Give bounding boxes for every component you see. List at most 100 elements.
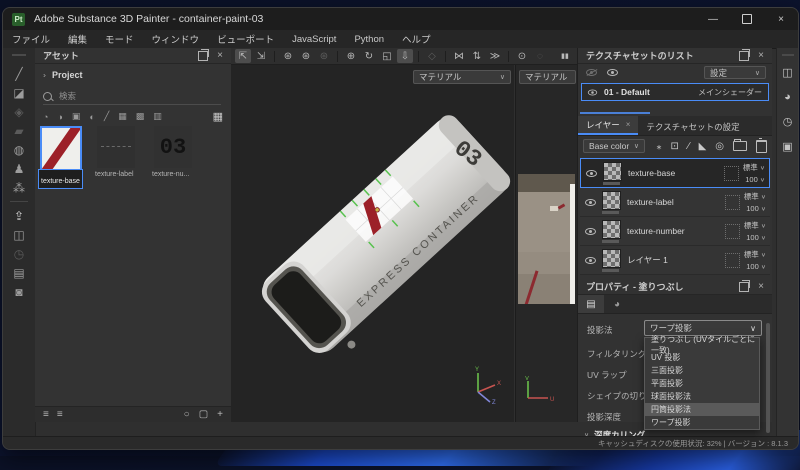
add-smart-material-icon[interactable]: ◎ [715, 141, 724, 152]
option-fill-uv-tile[interactable]: 塗りつぶし (UVタイルごとに一致) [645, 335, 759, 355]
blend-mode-dropdown[interactable]: 標準 ∨ [744, 220, 766, 231]
projection-settings-icon[interactable]: ⊛ [280, 49, 296, 63]
eye-icon[interactable] [585, 198, 596, 206]
material-mode-dropdown-2d[interactable]: マテリアル [519, 70, 576, 84]
tab-texture-set-settings[interactable]: テクスチャセットの設定 [638, 118, 748, 135]
display-settings-icon[interactable]: ◫ [782, 66, 792, 79]
opacity-dropdown[interactable]: 100 ∨ [745, 175, 765, 184]
filter-filter-icon[interactable]: ◐ [89, 112, 94, 122]
texture-set-settings-dropdown[interactable]: 設定 ∨ [704, 66, 766, 79]
layer-row-texture-label[interactable]: texture-label 標準 ∨ 100 ∨ [580, 188, 770, 217]
opacity-dropdown[interactable]: 100 ∨ [746, 233, 766, 242]
add-mask-icon[interactable]: ◣ [699, 141, 707, 152]
projection-tool-icon[interactable]: ◈ [8, 102, 30, 121]
sync-status-icon[interactable]: ○ [184, 409, 190, 420]
projection-settings2-icon[interactable]: ⊛ [298, 49, 314, 63]
mask-placeholder[interactable] [723, 165, 739, 181]
particles-tool-icon[interactable]: ⁂ [8, 178, 30, 197]
material-mode-dropdown-3d[interactable]: マテリアル ∨ [413, 70, 511, 84]
history-icon[interactable]: ◷ [783, 115, 793, 128]
eye-icon[interactable] [587, 89, 598, 95]
opacity-dropdown[interactable]: 100 ∨ [746, 204, 766, 213]
menu-edit[interactable]: 編集 [59, 32, 96, 46]
maximize-button[interactable] [730, 8, 764, 30]
shader-settings-icon[interactable]: ◕ [784, 91, 791, 103]
filter-alpha-icon[interactable]: ▦ [118, 111, 127, 122]
minimize-button[interactable]: — [696, 8, 730, 30]
symmetry-icon[interactable]: ⇅ [469, 49, 485, 63]
strip-handle[interactable] [781, 54, 794, 56]
hscrollbar[interactable] [580, 112, 650, 114]
grid-view-icon[interactable]: ▦ [213, 110, 223, 123]
menu-window[interactable]: ウィンドウ [143, 32, 209, 46]
transform-tool-icon[interactable]: ⇱ [235, 49, 251, 63]
option-warp[interactable]: ワープ投影 [645, 416, 759, 429]
add-asset-icon[interactable]: + [217, 409, 223, 420]
magnify-icon[interactable]: ⊙ [514, 49, 530, 63]
folder-icon[interactable] [733, 139, 747, 151]
layer-row-texture-base[interactable]: texture-base 標準 ∨ 100 ∨ [580, 158, 770, 188]
viewport-2d[interactable]: マテリアル V U [515, 48, 578, 422]
asset-texture-base[interactable] [40, 126, 82, 172]
close-panel-icon[interactable]: × [758, 281, 764, 291]
close-button[interactable]: × [764, 8, 798, 30]
blend-mode-dropdown[interactable]: 標準 ∨ [744, 249, 766, 260]
option-spherical[interactable]: 球面投影法 [645, 390, 759, 403]
project-section-header[interactable]: › Project [43, 70, 83, 80]
vscrollbar[interactable] [766, 323, 770, 433]
menu-file[interactable]: ファイル [3, 32, 59, 46]
polygon-fill-tool-icon[interactable]: ▰ [8, 121, 30, 140]
float-panel-icon[interactable] [739, 279, 751, 292]
eraser-tool-icon[interactable]: ◪ [8, 83, 30, 102]
hide-all-eye-icon[interactable] [586, 69, 597, 76]
close-panel-icon[interactable]: × [217, 50, 223, 60]
float-panel-icon[interactable] [739, 48, 751, 61]
filter-brush-icon[interactable]: ╱ [104, 111, 109, 122]
trash-icon[interactable] [756, 137, 767, 153]
layer-row-layer-1[interactable]: レイヤー 1 標準 ∨ 100 ∨ [580, 246, 770, 275]
brush-tool-icon[interactable]: ╱ [8, 64, 30, 83]
blend-mode-dropdown[interactable]: 標準 ∨ [744, 191, 766, 202]
layer-row-texture-number[interactable]: texture-number 標準 ∨ 100 ∨ [580, 217, 770, 246]
asset-texture-label[interactable] [97, 126, 135, 168]
viewport-3d[interactable]: EXPRESS CONTAINER 03 Y X Z マテリアル ∨ [231, 48, 514, 422]
list-view-icon[interactable]: ≡ [43, 409, 49, 420]
filter-smart-material-icon[interactable]: ◑ [57, 112, 62, 122]
log-icon[interactable]: ▣ [782, 140, 792, 153]
add-fill-icon[interactable]: ⊡ [671, 141, 679, 152]
rotate-manipulator-icon[interactable]: ↻ [361, 49, 377, 63]
blend-mode-dropdown[interactable]: 標準 ∨ [743, 162, 765, 173]
mask-placeholder[interactable] [724, 194, 740, 210]
pause-engine-icon[interactable]: ▮▮ [557, 49, 573, 63]
close-panel-icon[interactable]: × [758, 50, 764, 60]
eye-icon[interactable] [585, 227, 596, 235]
float-panel-icon[interactable] [198, 48, 210, 61]
new-resource-icon[interactable]: ▢ [199, 409, 208, 420]
asset-texture-base-label[interactable]: texture-base [38, 169, 83, 189]
opacity-dropdown[interactable]: 100 ∨ [746, 262, 766, 271]
clone-stamp-tool-icon[interactable]: ♟ [8, 159, 30, 178]
resources-icon[interactable]: ▤ [8, 263, 30, 282]
shelf-icon[interactable]: ◙ [8, 282, 30, 301]
texture-set-row[interactable]: 01 - Default メインシェーダー [581, 83, 769, 101]
tool-strip-handle[interactable] [12, 54, 26, 56]
export-textures-icon[interactable]: ⇪ [8, 206, 30, 225]
smudge-tool-icon[interactable]: ◍ [8, 140, 30, 159]
tab-fill-properties[interactable]: ▤ [578, 295, 604, 313]
filter-material-icon[interactable]: ◔ [43, 112, 48, 122]
mirror-icon[interactable]: ⋈ [451, 49, 467, 63]
move-manipulator-icon[interactable]: ⊕ [343, 49, 359, 63]
lazy-mouse-icon[interactable]: ≫ [487, 49, 503, 63]
mask-placeholder[interactable] [724, 223, 740, 239]
menu-help[interactable]: ヘルプ [393, 32, 440, 46]
eye-icon[interactable] [585, 256, 596, 264]
tab-layers[interactable]: レイヤー × [578, 116, 639, 135]
asset-texture-number[interactable]: 03 [154, 126, 192, 168]
mask-placeholder[interactable] [724, 252, 740, 268]
close-tab-icon[interactable]: × [626, 120, 631, 129]
show-all-eye-icon[interactable] [607, 69, 618, 76]
scale-manipulator-icon[interactable]: ◱ [379, 49, 395, 63]
menu-python[interactable]: Python [345, 34, 393, 45]
shader-link[interactable]: メインシェーダー [698, 87, 762, 98]
option-planar[interactable]: 平面投影 [645, 377, 759, 390]
